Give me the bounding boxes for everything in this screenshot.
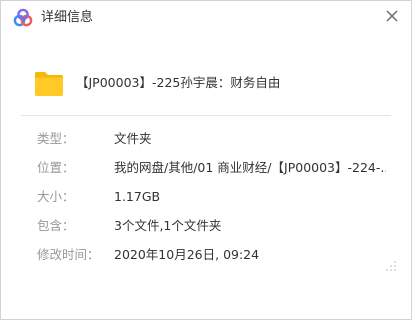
close-button[interactable] <box>381 5 403 27</box>
dialog-title: 详细信息 <box>41 10 94 25</box>
property-label: 位置： <box>37 160 75 175</box>
divider <box>21 115 391 116</box>
details-dialog: 详细信息 【JP00003】-225孙宇晨：财务自由 类型： 文件夹 位置： 我… <box>0 0 412 320</box>
file-header: 【JP00003】-225孙宇晨：财务自由 <box>20 51 390 117</box>
folder-icon <box>34 71 64 97</box>
property-value: 2020年10月26日, 09:24 <box>114 247 260 262</box>
property-row-contents: 包含： 3个文件,1个文件夹 <box>37 216 393 245</box>
property-label: 修改时间： <box>37 247 100 262</box>
property-row-size: 大小： 1.17GB <box>37 187 393 216</box>
baidu-netdisk-logo-icon <box>13 8 33 28</box>
property-value: 1.17GB <box>114 189 161 204</box>
property-value: 文件夹 <box>114 131 152 146</box>
resize-grip-icon[interactable] <box>385 257 397 271</box>
property-label: 大小： <box>37 189 75 204</box>
property-value-location[interactable]: 我的网盘/其他/01 商业财经/【JP00003】-224-... <box>114 160 386 176</box>
file-name: 【JP00003】-225孙宇晨：财务自由 <box>76 75 281 90</box>
property-row-type: 类型： 文件夹 <box>37 129 393 158</box>
property-label: 包含： <box>37 218 75 233</box>
properties-list: 类型： 文件夹 位置： 我的网盘/其他/01 商业财经/【JP00003】-22… <box>37 129 393 274</box>
close-icon <box>386 10 398 22</box>
property-value: 3个文件,1个文件夹 <box>114 218 222 233</box>
property-label: 类型： <box>37 131 75 146</box>
title-bar: 详细信息 <box>1 1 411 34</box>
property-row-modified: 修改时间： 2020年10月26日, 09:24 <box>37 245 393 274</box>
property-row-location: 位置： 我的网盘/其他/01 商业财经/【JP00003】-224-... <box>37 158 393 187</box>
